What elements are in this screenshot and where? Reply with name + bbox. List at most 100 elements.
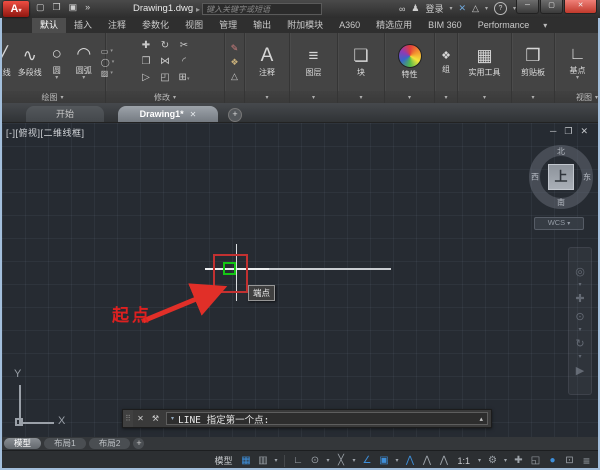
stretch-tool-button[interactable]: ▷ [137, 70, 156, 86]
clean-screen-icon[interactable]: ⊡ [562, 454, 577, 468]
viewport-controls-label[interactable]: [-][俯视][二维线框] [6, 126, 85, 139]
circle-tool-button[interactable]: ○ 圆 ▾ [45, 44, 69, 81]
trim-tool-button[interactable]: ✂ [175, 38, 194, 54]
mirror-tool-button[interactable]: ⋈ [156, 54, 175, 70]
rotate-tool-button[interactable]: ↻ [156, 38, 175, 54]
annotation-scale-icon[interactable]: ⋀ [436, 454, 451, 468]
model-space-toggle[interactable]: 模型 [210, 454, 236, 467]
tab-layout1[interactable]: 布局1 [44, 438, 86, 449]
search-icon[interactable]: ∞ [399, 4, 405, 14]
viewcube-top-face[interactable]: 上 [548, 164, 574, 190]
ribbon-tab-featured-apps[interactable]: 精选应用 [368, 18, 420, 33]
command-input-field[interactable]: ▾ LINE 指定第一个点: ▴ [166, 412, 488, 425]
snap-mode-icon[interactable]: ▥ [255, 454, 270, 468]
ortho-mode-icon[interactable]: ∟ [290, 454, 305, 468]
ribbon-tab-performance[interactable]: Performance [470, 18, 538, 33]
customization-menu-icon[interactable]: ≡ [579, 454, 594, 468]
application-menu-button[interactable]: A▾ [3, 1, 29, 17]
recent-commands-icon[interactable]: ▾ [171, 415, 174, 422]
save-file-icon[interactable]: ▣ [69, 2, 78, 13]
ribbon-tab-a360[interactable]: A360 [331, 18, 368, 33]
polyline-tool-button[interactable]: ∿ 多段线 [18, 46, 42, 78]
command-line-close-icon[interactable]: ✕ [133, 410, 148, 427]
panel-block-footer[interactable]: ▾ [338, 91, 384, 103]
toolbar-overflow-icon[interactable]: » [85, 2, 90, 13]
chevron-down-icon[interactable]: ▾ [449, 5, 452, 12]
user-icon[interactable]: ♟ [411, 3, 419, 14]
workspace-switch-icon[interactable]: ⚙ [485, 454, 500, 468]
tab-layout2[interactable]: 布局2 [89, 438, 131, 449]
panel-modify-footer[interactable]: 修改▾ [106, 91, 224, 103]
object-snap-icon[interactable]: ∠ [359, 454, 374, 468]
isolate-objects-icon[interactable]: ◱ [528, 454, 543, 468]
command-history-icon[interactable]: ▴ [479, 415, 483, 423]
panel-draw-footer[interactable]: 绘图▾ [0, 91, 105, 103]
chevron-down-icon[interactable]: ▾ [350, 457, 357, 464]
hardware-acceleration-icon[interactable]: ● [545, 454, 560, 468]
line-tool-button[interactable]: ╱ 直线 [0, 46, 15, 78]
panel-utilities-footer[interactable]: ▾ [458, 91, 511, 103]
chevron-down-icon[interactable]: ▾ [393, 457, 400, 464]
layers-button[interactable]: ≡ 图层 [302, 46, 326, 78]
viewport-close-icon[interactable]: ✕ [580, 126, 588, 137]
panel-properties-footer[interactable]: ▾ [385, 91, 434, 103]
compass-south-label[interactable]: 南 [557, 197, 565, 208]
chevron-down-icon[interactable]: ▾ [578, 355, 581, 359]
command-line-bar[interactable]: ⠿ ✕ ⚒ ▾ LINE 指定第一个点: ▴ [122, 409, 492, 428]
object-snap-tracking-icon[interactable]: ╳ [333, 454, 348, 468]
panel-layers-footer[interactable]: ▾ [290, 91, 337, 103]
3d-box-icon[interactable]: ❖ [230, 57, 238, 68]
compass-north-label[interactable]: 北 [557, 146, 565, 157]
ribbon-tab-parametric[interactable]: 参数化 [134, 18, 177, 33]
utilities-button[interactable]: ▦ 实用工具 [469, 46, 501, 78]
compass-west-label[interactable]: 西 [531, 172, 539, 183]
grid-display-icon[interactable]: ▦ [238, 454, 253, 468]
minimize-button[interactable]: ─ [516, 0, 539, 14]
orbit-icon[interactable]: ↻ [575, 337, 584, 350]
ribbon-tab-addins[interactable]: 附加模块 [279, 18, 331, 33]
tab-model[interactable]: 模型 [4, 438, 41, 449]
search-input[interactable] [202, 3, 322, 15]
chevron-down-icon[interactable]: ▾ [578, 283, 581, 287]
move-tool-button[interactable]: ✚ [137, 38, 156, 54]
ribbon-tab-default[interactable]: 默认 [32, 18, 66, 33]
chevron-down-icon[interactable]: ▾ [82, 76, 85, 81]
new-file-icon[interactable]: ▢ [36, 2, 45, 13]
clipboard-button[interactable]: ❒ 剪贴板 [521, 46, 545, 78]
base-point-button[interactable]: ∟ 基点 ▾ [566, 44, 590, 81]
ribbon-tab-view[interactable]: 视图 [177, 18, 211, 33]
annotation-visibility-icon[interactable]: ⋀ [402, 454, 417, 468]
showmotion-icon[interactable]: ▶ [576, 364, 584, 377]
chevron-down-icon[interactable]: ▾ [324, 457, 331, 464]
navigation-wheel-icon[interactable]: ◎ [575, 265, 585, 278]
viewport-restore-icon[interactable]: ❐ [564, 126, 572, 137]
tab-start[interactable]: 开始 [26, 106, 104, 122]
fillet-tool-button[interactable]: ◜ [175, 54, 194, 70]
panel-clipboard-footer[interactable]: ▾ [512, 91, 554, 103]
tab-drawing1[interactable]: Drawing1*✕ [118, 106, 218, 122]
array-tool-button[interactable]: ⊞▾ [175, 70, 194, 86]
panel-view-footer[interactable]: 视图▾ [555, 91, 600, 103]
block-button[interactable]: ❏ 块 [349, 46, 373, 78]
help-icon[interactable]: ? [494, 2, 507, 15]
scale-tool-button[interactable]: ◰ [156, 70, 175, 86]
zoom-icon[interactable]: ⊙ [575, 310, 584, 323]
tab-close-icon[interactable]: ✕ [190, 110, 197, 119]
viewport-minimize-icon[interactable]: ─ [550, 126, 556, 137]
polar-tracking-icon[interactable]: ⊙ [307, 454, 322, 468]
annotation-scale-value[interactable]: 1:1 [453, 456, 474, 466]
measure-icon[interactable]: △ [230, 71, 238, 82]
command-line-tools-icon[interactable]: ⚒ [148, 410, 163, 427]
chevron-down-icon[interactable]: ▾ [272, 457, 279, 464]
ui-crosshair-icon[interactable]: ✚ [511, 454, 526, 468]
chevron-down-icon[interactable]: ▾ [576, 76, 579, 81]
a360-icon[interactable]: △ [472, 3, 479, 14]
annotation-autoscale-icon[interactable]: ⋀ [419, 454, 434, 468]
exchange-apps-icon[interactable]: ✕ [459, 3, 467, 14]
match-properties-icon[interactable]: ✎ [230, 43, 238, 54]
maximize-button[interactable]: ▢ [540, 0, 563, 14]
annotation-button[interactable]: A 注释 [255, 46, 279, 78]
ribbon-display-toggle-icon[interactable]: ▾ [543, 18, 547, 33]
chevron-down-icon[interactable]: ▾ [476, 457, 483, 464]
pan-icon[interactable]: ✚ [575, 292, 584, 305]
